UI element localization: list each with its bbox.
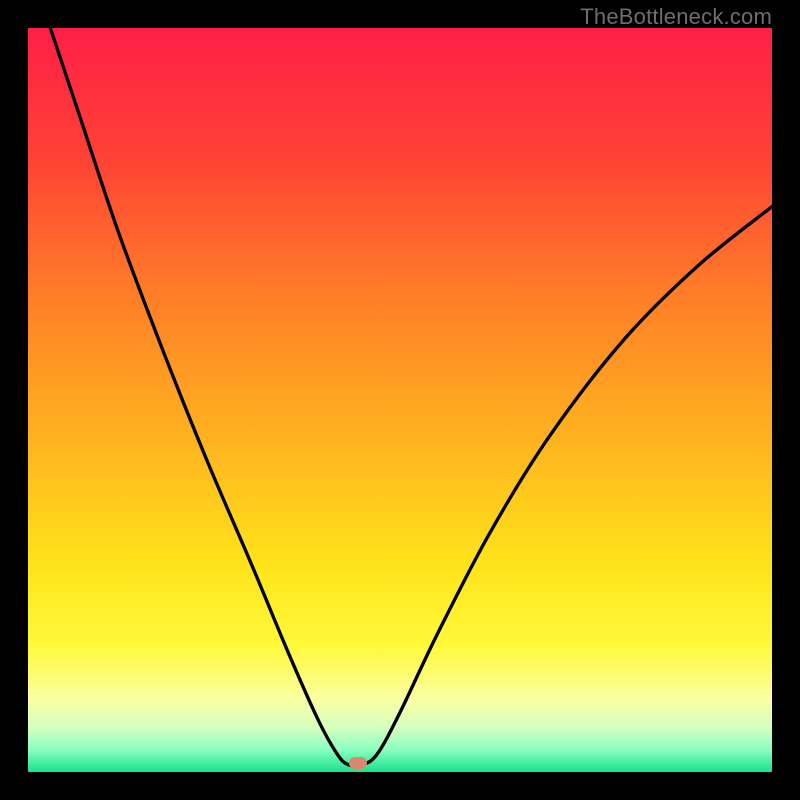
curve-layer [28, 28, 772, 772]
bottleneck-curve [50, 28, 772, 766]
plot-area [28, 28, 772, 772]
chart-frame: TheBottleneck.com [0, 0, 800, 800]
watermark-text: TheBottleneck.com [580, 4, 772, 30]
optimal-marker [349, 757, 367, 769]
